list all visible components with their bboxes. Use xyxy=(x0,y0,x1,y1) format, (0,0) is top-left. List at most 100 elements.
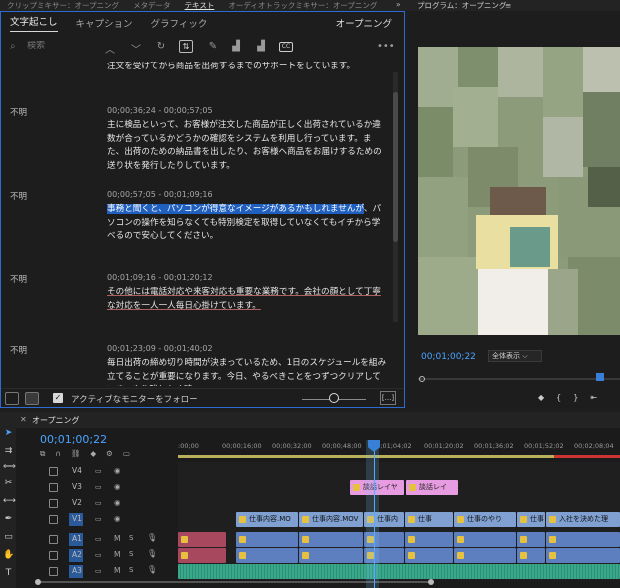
music-clip[interactable] xyxy=(178,564,620,579)
sync-icon[interactable] xyxy=(25,392,39,405)
lock-icon[interactable] xyxy=(49,567,58,576)
solo-button[interactable]: S xyxy=(129,534,133,542)
lock-icon[interactable] xyxy=(49,483,58,492)
work-area-bar[interactable] xyxy=(178,455,620,458)
speaker-icon[interactable]: ▟ xyxy=(229,41,243,52)
snap-icon[interactable]: ∩ xyxy=(55,449,61,459)
video-clip[interactable]: 仕事 xyxy=(517,512,545,527)
audio-clip[interactable] xyxy=(517,548,545,563)
title-clip[interactable]: 談話レイ xyxy=(406,480,458,495)
monitor-time-ruler[interactable] xyxy=(418,371,620,383)
audio-clip[interactable] xyxy=(546,548,620,563)
speaker-label[interactable]: 不明 xyxy=(10,344,27,356)
eye-icon[interactable]: ◉ xyxy=(114,482,121,491)
mute-button[interactable]: M xyxy=(114,550,120,559)
selected-text[interactable]: 事務と聞くと、パソコンが得意なイメージがあるかもしれませんが xyxy=(107,204,364,214)
time-ruler[interactable]: :00;00 00;00;16;00 00;00;32;00 00;00;48;… xyxy=(178,440,620,454)
eye-icon[interactable]: ◉ xyxy=(114,466,121,475)
segment-text[interactable]: その他には電話対応や来客対応も重要な業務です。会社の顔として丁寧な対応を一人一人… xyxy=(107,286,387,313)
merge-speaker-icon[interactable]: ▟ xyxy=(254,41,268,52)
track-select-tool-icon[interactable]: ⇉ xyxy=(3,446,14,457)
layout-icon[interactable] xyxy=(5,392,19,405)
track-header-a3[interactable]: A3 ▭ M S 🎙 xyxy=(16,564,178,580)
tab-graphics[interactable]: グラフィック xyxy=(142,16,217,30)
scrollbar-thumb[interactable] xyxy=(393,92,398,242)
add-marker-icon[interactable]: ◆ xyxy=(90,449,96,459)
tab-transcript[interactable]: 文字起こし xyxy=(1,14,67,33)
segment-text[interactable]: 主に検品といって、お客様が注文した商品が正しく出荷されているか違数が合っているか… xyxy=(107,119,387,173)
tab-audio-track-mixer[interactable]: オーディオトラックミキサー：オープニング xyxy=(221,0,384,11)
go-to-in-icon[interactable]: ⇤ xyxy=(590,393,597,402)
tab-clip-mixer[interactable]: クリップミキサー：オープニング xyxy=(0,0,126,11)
timeline-timecode[interactable]: 00;01;00;22 xyxy=(40,433,107,446)
audio-clip[interactable] xyxy=(517,532,545,547)
sync-lock-icon[interactable]: ▭ xyxy=(95,535,102,543)
video-clip[interactable]: 仕事 xyxy=(405,512,453,527)
chevron-up-icon[interactable]: ︿ xyxy=(103,41,117,56)
closed-caption-icon[interactable]: CC xyxy=(279,42,293,52)
audio-clip[interactable] xyxy=(546,532,620,547)
more-options-icon[interactable]: ••• xyxy=(377,41,395,52)
split-segment-icon[interactable]: ⇅ xyxy=(179,40,193,53)
video-clip[interactable]: 入社を決めた理 xyxy=(546,512,620,527)
refresh-icon[interactable]: ↻ xyxy=(154,41,168,52)
audio-clip[interactable] xyxy=(178,532,226,547)
audio-clip[interactable] xyxy=(405,548,453,563)
type-tool-icon[interactable]: T xyxy=(3,568,14,579)
transcript-scrollbar[interactable] xyxy=(393,72,398,322)
out-point-icon[interactable]: } xyxy=(573,393,578,402)
chevron-down-icon[interactable]: ﹀ xyxy=(129,41,143,56)
scroll-handle-right[interactable] xyxy=(428,579,434,585)
solo-button[interactable]: S xyxy=(129,550,133,558)
audio-clip[interactable] xyxy=(236,532,298,547)
sync-lock-icon[interactable]: ▭ xyxy=(95,499,102,507)
wrench-icon[interactable]: ⚙ xyxy=(106,449,113,459)
track-header-a1[interactable]: A1 ▭ M S 🎙 xyxy=(16,532,178,548)
eye-icon[interactable]: ◉ xyxy=(114,514,121,523)
video-clip[interactable]: 仕事内容.MO xyxy=(236,512,298,527)
linked-selection-icon[interactable]: ⛓ xyxy=(71,449,81,459)
speaker-label[interactable]: 不明 xyxy=(10,273,27,285)
close-icon[interactable]: ✕ xyxy=(20,415,27,424)
eye-icon[interactable]: ◉ xyxy=(114,498,121,507)
lock-icon[interactable] xyxy=(49,515,58,524)
segment-text[interactable]: 注文を受けてから商品を出荷するまでのサポートをしています。 xyxy=(107,62,387,74)
audio-clip[interactable] xyxy=(178,548,226,563)
slip-tool-icon[interactable]: ⟷ xyxy=(3,496,16,507)
program-menu-icon[interactable]: ≡ xyxy=(505,1,511,10)
search-input[interactable] xyxy=(27,41,97,51)
audio-clip[interactable] xyxy=(405,532,453,547)
zoom-fit-select[interactable]: 全体表示 ⌵ xyxy=(488,350,542,362)
tab-captions[interactable]: キャプション xyxy=(67,16,142,30)
marker-icon[interactable]: ◆ xyxy=(538,393,544,402)
track-header-v3[interactable]: V3 ▭ ◉ xyxy=(16,480,178,496)
mute-button[interactable]: M xyxy=(114,534,120,543)
sequence-tab[interactable]: オープニング xyxy=(32,415,80,426)
rectangle-tool-icon[interactable]: ▭ xyxy=(3,532,14,543)
pencil-icon[interactable]: ✎ xyxy=(206,41,220,52)
audio-clip[interactable] xyxy=(236,548,298,563)
lock-icon[interactable] xyxy=(49,535,58,544)
ripple-edit-tool-icon[interactable]: ⟺ xyxy=(3,462,16,473)
nest-icon[interactable]: ⧉ xyxy=(40,449,45,459)
playhead-line[interactable] xyxy=(374,440,375,588)
track-header-v4[interactable]: V4 ▭ ◉ xyxy=(16,464,178,480)
sync-lock-icon[interactable]: ▭ xyxy=(95,551,102,559)
video-frame[interactable] xyxy=(418,47,620,335)
selection-tool-icon[interactable]: ➤ xyxy=(3,428,14,439)
audio-clip[interactable] xyxy=(454,548,516,563)
track-header-v2[interactable]: V2 ▭ ◉ xyxy=(16,496,178,512)
speaker-label[interactable]: 不明 xyxy=(10,190,27,202)
microphone-icon[interactable]: 🎙 xyxy=(147,549,157,558)
pen-tool-icon[interactable]: ✒ xyxy=(3,514,14,525)
more-button[interactable]: [...] xyxy=(380,391,396,405)
audio-clip[interactable] xyxy=(454,532,516,547)
captions-toggle-icon[interactable]: ▭ xyxy=(123,449,130,459)
zoom-slider-knob[interactable] xyxy=(329,393,339,403)
monitor-timecode[interactable]: 00;01;00;22 xyxy=(421,352,476,362)
solo-button[interactable]: S xyxy=(129,566,133,574)
track-header-a2[interactable]: A2 ▭ M S 🎙 xyxy=(16,548,178,564)
lock-icon[interactable] xyxy=(49,499,58,508)
microphone-icon[interactable]: 🎙 xyxy=(147,565,157,574)
in-point-icon[interactable]: { xyxy=(556,393,561,402)
